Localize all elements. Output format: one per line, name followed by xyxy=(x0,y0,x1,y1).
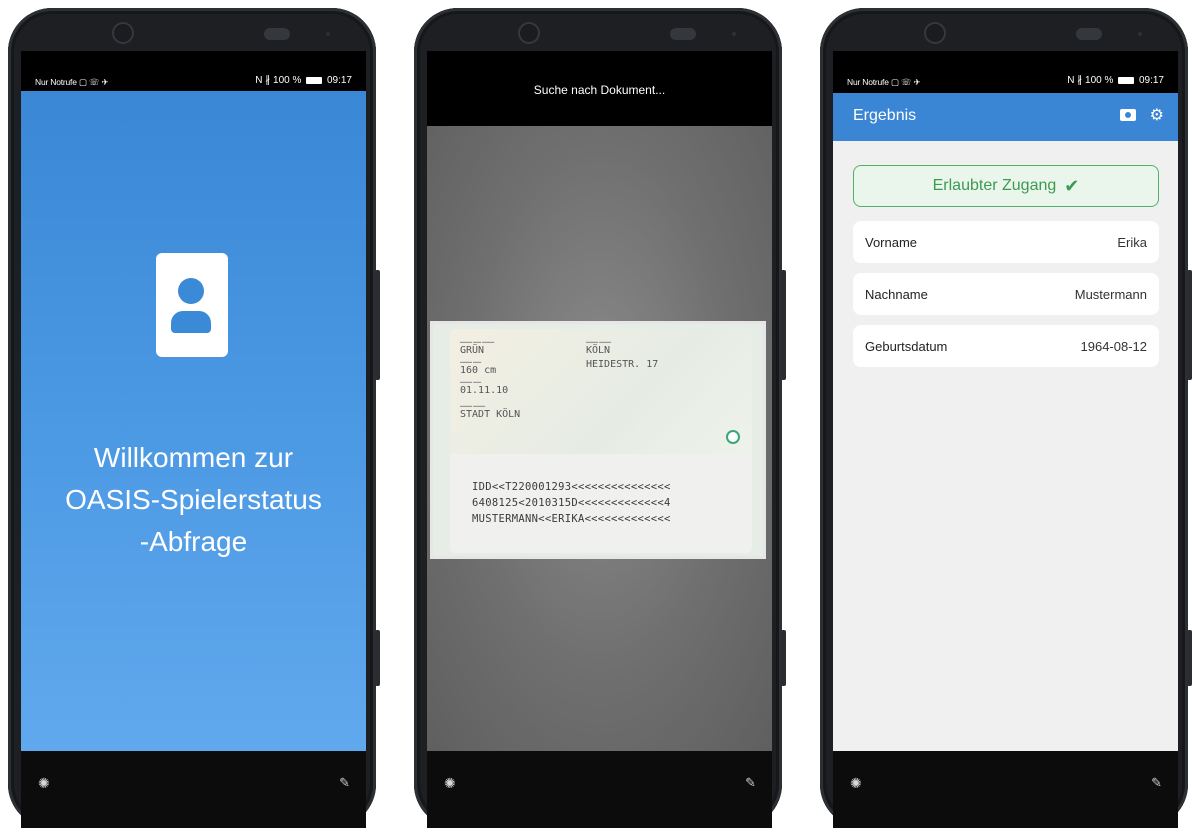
result-row: Nachname Mustermann xyxy=(853,273,1159,315)
volume-button xyxy=(375,630,380,686)
gear-icon[interactable]: ⚙ xyxy=(1150,105,1164,125)
power-button xyxy=(375,270,380,380)
field-street: HEIDESTR. 17 xyxy=(586,359,659,370)
page-title: Ergebnis xyxy=(853,107,917,124)
app-bar: Ergebnis ⚙ xyxy=(833,93,1178,141)
field-label: ▬▬▬ ▬▬ ▬▬▬ xyxy=(460,339,495,344)
row-label: Vorname xyxy=(865,234,918,250)
phone-scanner: Suche nach Dokument... ▬▬▬ ▬▬ ▬▬▬ GRÜN ▬… xyxy=(414,8,786,828)
welcome-screen: Willkommen zur OASIS-Spielerstatus -Abfr… xyxy=(21,91,366,751)
proximity-sensor xyxy=(1138,32,1142,36)
status-right: N ∦ 100 % 09:17 xyxy=(255,75,352,86)
checkmark-icon: ✔ xyxy=(1064,175,1080,196)
camera-viewfinder[interactable]: ▬▬▬ ▬▬ ▬▬▬ GRÜN ▬▬▬ ▬▬ 160 cm ▬▬▬ ▬▬ 01.… xyxy=(427,126,772,751)
screen: Nur Notrufe ▢ ☏ ✈ N ∦ 100 % 09:17 Willko… xyxy=(21,51,366,828)
status-bar: Nur Notrufe ▢ ☏ ✈ N ∦ 100 % 09:17 xyxy=(833,71,1178,93)
hologram-emblem xyxy=(726,430,740,444)
power-button xyxy=(1187,270,1192,380)
front-camera xyxy=(518,22,540,44)
access-status-label: Erlaubter Zugang xyxy=(932,177,1057,194)
row-label: Nachname xyxy=(865,286,928,302)
screen: Suche nach Dokument... ▬▬▬ ▬▬ ▬▬▬ GRÜN ▬… xyxy=(427,51,772,828)
proximity-sensor xyxy=(732,32,736,36)
status-right: N ∦ 100 % 09:17 xyxy=(1067,75,1164,86)
camera-icon[interactable] xyxy=(1120,109,1136,121)
field-city: KÖLN xyxy=(586,345,611,356)
front-camera xyxy=(924,22,946,44)
row-label: Geburtsdatum xyxy=(865,338,948,354)
field-label: ▬▬▬ ▬▬▬ xyxy=(460,403,486,408)
volume-button xyxy=(1187,630,1192,686)
volume-button xyxy=(781,630,786,686)
status-bar: Nur Notrufe ▢ ☏ ✈ N ∦ 100 % 09:17 xyxy=(21,71,366,93)
row-value: Erika xyxy=(1117,234,1147,250)
phone-result: Nur Notrufe ▢ ☏ ✈ N ∦ 100 % 09:17 Ergebn… xyxy=(820,8,1192,828)
pen-icon[interactable]: ✎ xyxy=(339,775,350,791)
brightness-icon[interactable]: ✺ xyxy=(850,775,862,792)
welcome-heading: Willkommen zur OASIS-Spielerstatus -Abfr… xyxy=(65,442,322,557)
battery-icon xyxy=(306,76,323,84)
phone-welcome: Nur Notrufe ▢ ☏ ✈ N ∦ 100 % 09:17 Willko… xyxy=(8,8,380,828)
bottom-bar: ✺ ✎ xyxy=(833,751,1178,828)
person-body-shape xyxy=(171,311,211,333)
row-value: 1964-08-12 xyxy=(1080,338,1148,354)
status-left: Nur Notrufe ▢ ☏ ✈ xyxy=(35,77,109,87)
person-head-shape xyxy=(178,278,204,304)
status-left: Nur Notrufe ▢ ☏ ✈ xyxy=(847,77,921,87)
field-issued: 01.11.10 xyxy=(460,385,509,396)
scan-status-text: Suche nach Dokument... xyxy=(533,83,666,97)
pen-icon[interactable]: ✎ xyxy=(1151,775,1162,791)
brightness-icon[interactable]: ✺ xyxy=(38,775,50,792)
id-card-icon xyxy=(156,253,228,357)
field-label: ▬▬▬ ▬▬ xyxy=(460,359,482,364)
proximity-sensor xyxy=(326,32,330,36)
result-row: Geburtsdatum 1964-08-12 xyxy=(853,325,1159,367)
screen: Nur Notrufe ▢ ☏ ✈ N ∦ 100 % 09:17 Ergebn… xyxy=(833,51,1178,828)
field-authority: STADT KÖLN xyxy=(460,409,521,420)
result-content: Erlaubter Zugang ✔ Vorname Erika Nachnam… xyxy=(833,141,1178,751)
speaker-grille xyxy=(264,28,290,40)
pen-icon[interactable]: ✎ xyxy=(745,775,756,791)
speaker-grille xyxy=(1076,28,1102,40)
power-button xyxy=(781,270,786,380)
field-height: 160 cm xyxy=(460,365,497,376)
field-label: ▬▬▬ ▬▬▬ xyxy=(586,339,612,344)
scanner-header: Suche nach Dokument... xyxy=(427,51,772,126)
mrz-line-1: IDD<<T220001293<<<<<<<<<<<<<<< xyxy=(472,481,671,493)
speaker-grille xyxy=(670,28,696,40)
id-card-back: ▬▬▬ ▬▬ ▬▬▬ GRÜN ▬▬▬ ▬▬ 160 cm ▬▬▬ ▬▬ 01.… xyxy=(450,329,752,553)
bottom-bar: ✺ ✎ xyxy=(21,751,366,828)
mrz-line-3: MUSTERMANN<<ERIKA<<<<<<<<<<<<< xyxy=(472,513,671,525)
brightness-icon[interactable]: ✺ xyxy=(444,775,456,792)
result-row: Vorname Erika xyxy=(853,221,1159,263)
access-status-banner: Erlaubter Zugang ✔ xyxy=(853,165,1159,207)
document-frame: ▬▬▬ ▬▬ ▬▬▬ GRÜN ▬▬▬ ▬▬ 160 cm ▬▬▬ ▬▬ 01.… xyxy=(430,321,766,559)
battery-icon xyxy=(1118,76,1135,84)
row-value: Mustermann xyxy=(1074,286,1147,302)
front-camera xyxy=(112,22,134,44)
field-label: ▬▬▬ ▬▬ xyxy=(460,379,482,384)
bottom-bar: ✺ ✎ xyxy=(427,751,772,828)
field-eyes: GRÜN xyxy=(460,345,485,356)
mrz-line-2: 6408125<2010315D<<<<<<<<<<<<<4 xyxy=(472,497,671,509)
